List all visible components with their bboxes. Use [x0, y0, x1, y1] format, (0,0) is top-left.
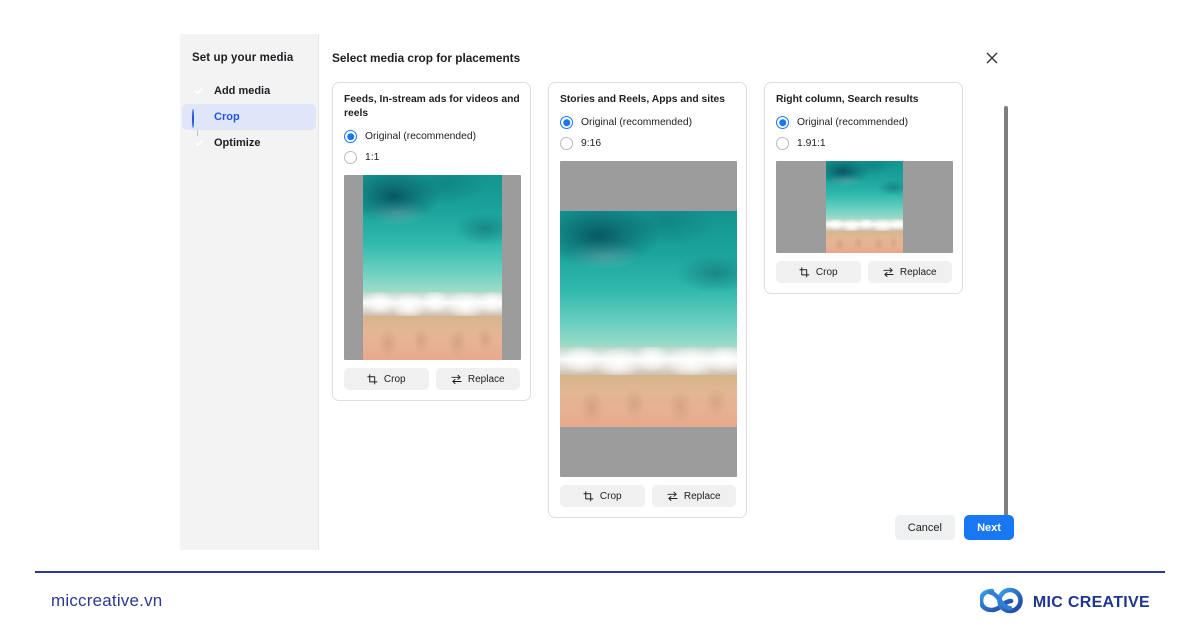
card-actions: Crop Replace: [776, 261, 952, 283]
radio-button[interactable]: [344, 130, 357, 143]
placement-card-stories: Stories and Reels, Apps and sites Origin…: [548, 82, 747, 518]
crop-button[interactable]: Crop: [560, 485, 645, 507]
replace-button[interactable]: Replace: [435, 368, 520, 390]
modal-header: Select media crop for placements: [319, 34, 1018, 82]
preview-photo: [560, 211, 737, 427]
media-preview[interactable]: [560, 161, 737, 477]
radio-label: 1.91:1: [797, 138, 826, 149]
card-actions: Crop Replace: [344, 368, 520, 390]
check-circle-icon: [192, 84, 206, 98]
modal-footer: Cancel Next: [894, 515, 1014, 540]
radio-label: 1:1: [365, 152, 380, 163]
radio-button[interactable]: [344, 151, 357, 164]
placement-card-feeds: Feeds, In-stream ads for videos and reel…: [332, 82, 531, 401]
crop-tool-icon: [583, 490, 594, 502]
sidebar-item-optimize[interactable]: Optimize: [182, 130, 316, 156]
radio-option-ratio[interactable]: 9:16: [560, 133, 736, 154]
radio-option-original[interactable]: Original (recommended): [344, 126, 520, 147]
close-icon[interactable]: [982, 48, 1002, 68]
brand-url: miccreative.vn: [51, 591, 163, 610]
radio-button[interactable]: [776, 137, 789, 150]
vertical-scrollbar[interactable]: [1004, 106, 1008, 536]
replace-button-label: Replace: [683, 490, 721, 502]
replace-button[interactable]: Replace: [867, 261, 952, 283]
card-actions: Crop Replace: [560, 485, 736, 507]
radio-label: 9:16: [581, 138, 602, 149]
card-title: Stories and Reels, Apps and sites: [560, 94, 725, 105]
crop-button[interactable]: Crop: [344, 368, 429, 390]
next-button[interactable]: Next: [964, 515, 1014, 540]
modal-main: Select media crop for placements Feeds, …: [319, 34, 1018, 550]
media-preview[interactable]: [344, 175, 521, 360]
sidebar-item-crop[interactable]: Crop: [182, 104, 316, 130]
half-circle-icon: [192, 109, 206, 128]
replace-button[interactable]: Replace: [651, 485, 736, 507]
radio-button[interactable]: [560, 137, 573, 150]
card-title: Feeds, In-stream ads for videos and reel…: [344, 94, 520, 119]
radio-label: Original (recommended): [365, 131, 477, 142]
radio-option-original[interactable]: Original (recommended): [560, 112, 736, 133]
crop-button[interactable]: Crop: [776, 261, 861, 283]
sidebar-title: Set up your media: [192, 52, 294, 64]
cancel-button[interactable]: Cancel: [894, 515, 955, 540]
radio-label: Original (recommended): [797, 117, 909, 128]
setup-sidebar: Set up your media Add media Crop Optimiz…: [180, 34, 319, 550]
radio-button[interactable]: [776, 116, 789, 129]
swap-arrows-icon: [667, 491, 678, 502]
crop-button-label: Crop: [383, 373, 406, 385]
brand-logo: MIC CREATIVE: [978, 587, 1150, 619]
placement-cards: Feeds, In-stream ads for videos and reel…: [319, 82, 1018, 522]
radio-button[interactable]: [560, 116, 573, 129]
crop-button-label: Crop: [815, 266, 838, 278]
media-crop-modal: Set up your media Add media Crop Optimiz…: [180, 34, 1018, 550]
page-title: Select media crop for placements: [332, 51, 521, 65]
radio-option-ratio[interactable]: 1.91:1: [776, 133, 952, 154]
card-title: Right column, Search results: [776, 94, 919, 105]
radio-option-original[interactable]: Original (recommended): [776, 112, 952, 133]
radio-option-ratio[interactable]: 1:1: [344, 147, 520, 168]
preview-photo: [826, 161, 903, 253]
sidebar-item-label: Add media: [214, 85, 271, 97]
sidebar-item-label: Crop: [214, 111, 240, 123]
media-preview[interactable]: [776, 161, 953, 253]
radio-label: Original (recommended): [581, 117, 693, 128]
crop-button-label: Crop: [599, 490, 622, 502]
replace-button-label: Replace: [899, 266, 937, 278]
brand-divider: [35, 571, 1165, 573]
swap-arrows-icon: [883, 267, 894, 278]
screenshot-canvas: Set up your media Add media Crop Optimiz…: [0, 0, 1200, 630]
infinity-loop-icon: [978, 587, 1024, 619]
preview-photo: [363, 175, 502, 360]
placement-card-right-column: Right column, Search results Original (r…: [764, 82, 963, 294]
step-list: Add media Crop Optimize: [180, 78, 318, 156]
check-circle-icon: [192, 136, 206, 150]
sidebar-item-label: Optimize: [214, 137, 261, 149]
replace-button-label: Replace: [467, 373, 505, 385]
brand-name: MIC CREATIVE: [1032, 594, 1150, 611]
crop-tool-icon: [799, 266, 810, 278]
scrollbar-thumb[interactable]: [1004, 106, 1008, 536]
crop-tool-icon: [367, 373, 378, 385]
sidebar-item-add-media[interactable]: Add media: [182, 78, 316, 104]
swap-arrows-icon: [451, 374, 462, 385]
